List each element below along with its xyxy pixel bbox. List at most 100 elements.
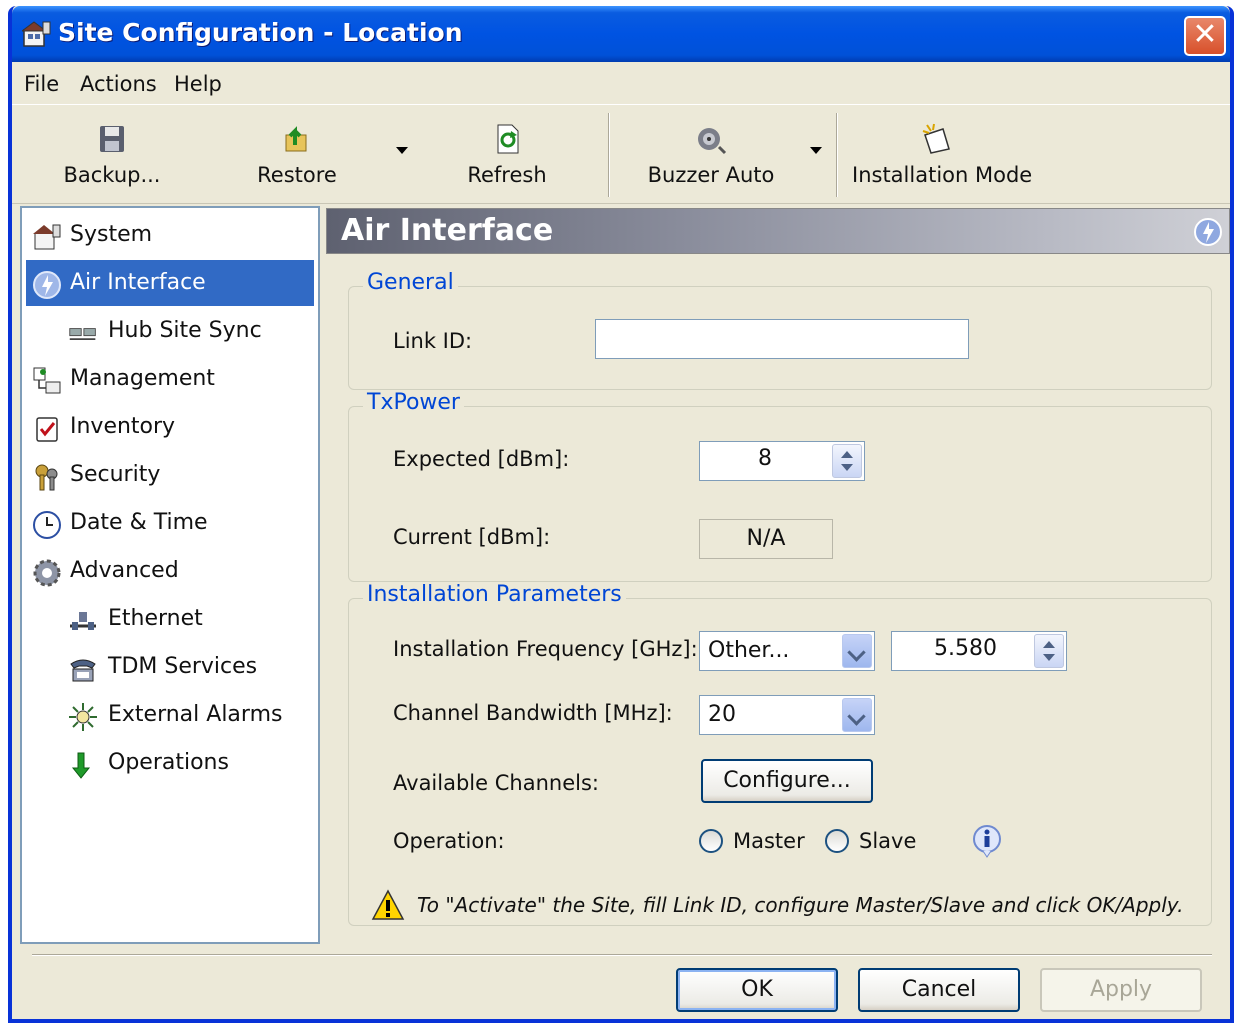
toolbar-separator [608,113,610,197]
frequency-value: 5.580 [934,636,997,661]
installation-parameters-group: Installation Parameters Installation Fre… [348,582,1212,926]
alarm-icon [69,703,97,731]
buzzer-auto-button[interactable]: Buzzer Auto [646,111,776,197]
nav-item-system[interactable]: System [26,212,314,258]
master-label[interactable]: Master [733,829,805,853]
info-icon[interactable] [969,823,1005,859]
nav-item-tdm-services[interactable]: TDM Services [26,644,314,690]
nav-item-operations[interactable]: Operations [26,740,314,786]
system-icon [33,224,61,250]
nav-item-inventory[interactable]: Inventory [26,404,314,450]
backup-label: Backup... [63,163,161,187]
refresh-button[interactable]: Refresh [452,111,562,197]
phone-icon [70,659,96,682]
clock-icon [33,511,61,539]
menu-file[interactable]: File [24,72,59,96]
spinner-icon[interactable] [832,444,862,478]
restore-label: Restore [257,163,337,187]
slave-radio[interactable] [825,829,849,853]
general-group: General Link ID: [348,270,1212,390]
window-title: Site Configuration - Location [58,18,463,47]
txpower-group: TxPower Expected [dBm]: 8 Current [dBm]:… [348,390,1212,582]
general-title: General [363,270,458,295]
bandwidth-label: Channel Bandwidth [MHz]: [393,701,673,725]
apply-button[interactable]: Apply [1040,968,1202,1012]
nav-item-hub-site-sync[interactable]: Hub Site Sync [26,308,314,354]
nav-label: Hub Site Sync [108,318,262,343]
toolbar: Backup... Restore Refresh Buzzer Auto In… [12,104,1230,204]
panel-header: Air Interface [326,208,1230,254]
nav-item-advanced[interactable]: Advanced [26,548,314,594]
nav-label: Security [70,462,161,487]
current-label: Current [dBm]: [393,525,551,549]
buzzer-dropdown-arrow[interactable] [810,147,822,154]
expected-value: 8 [758,446,772,471]
menu-help[interactable]: Help [174,72,222,96]
frequency-select[interactable]: Other... [699,631,875,671]
nav-label: External Alarms [108,702,283,727]
chevron-down-icon[interactable] [842,634,872,668]
ok-button[interactable]: OK [676,968,838,1012]
spinner-icon[interactable] [1034,634,1064,668]
restore-icon [285,126,307,152]
operation-label: Operation: [393,829,505,853]
bandwidth-select[interactable]: 20 [699,695,875,735]
toolbar-separator-2 [836,113,838,197]
expected-power-stepper[interactable]: 8 [699,441,865,481]
title-bar[interactable]: Site Configuration - Location ✕ [12,6,1230,62]
site-config-icon [22,21,51,47]
link-id-label: Link ID: [393,329,473,353]
backup-button[interactable]: Backup... [52,111,172,197]
nav-item-date-time[interactable]: Date & Time [26,500,314,546]
close-button[interactable]: ✕ [1184,16,1226,56]
gear-icon [33,559,61,587]
configure-button[interactable]: Configure... [701,759,873,803]
nav-label: Air Interface [70,270,206,295]
refresh-label: Refresh [467,163,547,187]
nav-label: Ethernet [108,606,203,631]
slave-label[interactable]: Slave [859,829,916,853]
menu-bar: File Actions Help [12,62,1230,104]
buzzer-label: Buzzer Auto [647,163,775,187]
nav-label: Date & Time [70,510,208,535]
cancel-button[interactable]: Cancel [858,968,1020,1012]
footer-divider [32,954,1212,956]
installation-mode-icon [922,123,950,154]
nav-item-management[interactable]: Management [26,356,314,402]
nav-item-security[interactable]: Security [26,452,314,498]
warning-icon [371,889,405,920]
txpower-title: TxPower [363,390,464,415]
nav-label: Inventory [70,414,176,439]
frequency-select-value: Other... [708,638,790,663]
navigation-tree: System Air Interface Hub Site Sync Manag… [20,206,320,944]
management-icon [33,367,61,394]
chevron-down-icon[interactable] [842,698,872,732]
ethernet-icon [70,612,96,630]
nav-label: Advanced [70,558,179,583]
air-interface-icon [1194,218,1222,246]
bandwidth-select-value: 20 [708,702,736,727]
nav-item-external-alarms[interactable]: External Alarms [26,692,314,738]
installation-parameters-title: Installation Parameters [363,582,626,607]
nav-item-ethernet[interactable]: Ethernet [26,596,314,642]
restore-button[interactable]: Restore [242,111,352,197]
master-radio[interactable] [699,829,723,853]
nav-label: TDM Services [108,654,258,679]
available-channels-label: Available Channels: [393,771,599,795]
save-disk-icon [100,126,124,152]
refresh-icon [497,124,519,154]
frequency-label: Installation Frequency [GHz]: [393,637,698,661]
frequency-stepper[interactable]: 5.580 [891,631,1067,671]
nav-label: Management [70,366,215,391]
buzzer-icon [698,128,727,155]
menu-actions[interactable]: Actions [80,72,157,96]
nav-item-air-interface[interactable]: Air Interface [26,260,314,306]
link-id-input[interactable] [595,319,969,359]
restore-dropdown-arrow[interactable] [396,147,408,154]
down-arrow-icon [71,752,91,779]
panel-title: Air Interface [341,213,554,248]
nav-label: Operations [108,750,229,775]
installation-mode-button[interactable]: Installation Mode [852,111,1032,197]
current-power-value: N/A [699,519,833,559]
security-icon [35,464,58,491]
